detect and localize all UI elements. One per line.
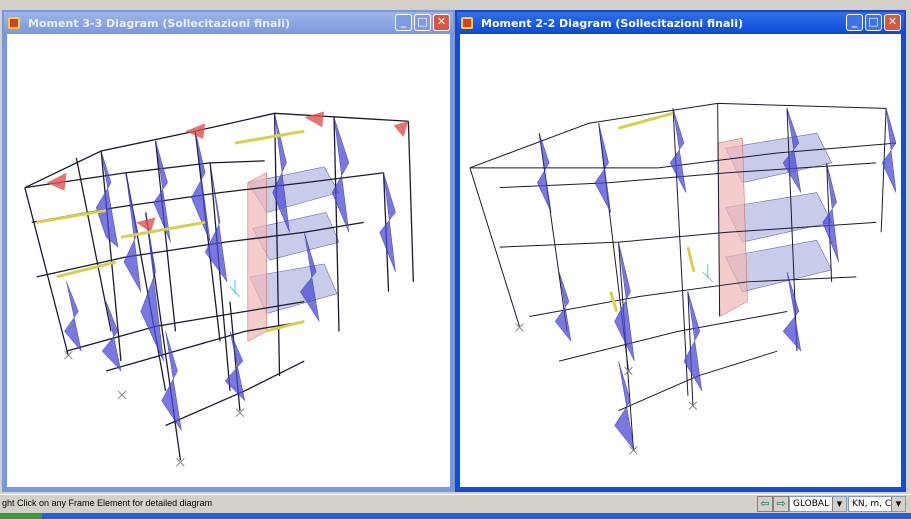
moment-diagram-blue [537, 108, 897, 451]
minimize-button[interactable]: _ [395, 14, 412, 31]
minimize-button[interactable]: _ [846, 14, 863, 31]
model-view-canvas[interactable] [460, 34, 901, 487]
support-symbols [515, 323, 698, 455]
units-value: KN, m, C [852, 499, 892, 509]
app-icon [461, 17, 473, 29]
nav-next-button[interactable]: ⇨ [773, 496, 789, 512]
coordinate-system-value: GLOBAL [793, 499, 830, 509]
status-bar: ght Click on any Frame Element for detai… [0, 494, 911, 513]
taskbar-strip [0, 513, 911, 519]
window-title: Moment 2-2 Diagram (Sollecitazioni final… [481, 16, 744, 30]
support-symbols [64, 350, 245, 467]
moment-3-3-window[interactable]: Moment 3-3 Diagram (Sollecitazioni final… [2, 10, 455, 492]
shear-wall [717, 137, 748, 317]
app-icon [8, 17, 20, 29]
nav-prev-button[interactable]: ⇦ [757, 496, 773, 512]
model-view-canvas[interactable] [7, 34, 450, 487]
moment-diagram-blue [64, 113, 396, 431]
window-titlebar[interactable]: Moment 3-3 Diagram (Sollecitazioni final… [4, 12, 453, 34]
origin-axis-marker [702, 263, 714, 283]
shear-wall [247, 172, 267, 342]
moment-2-2-window[interactable]: Moment 2-2 Diagram (Sollecitazioni final… [455, 10, 906, 492]
maximize-button[interactable]: □ [865, 14, 882, 31]
chevron-down-icon[interactable]: ▼ [891, 497, 905, 511]
chevron-down-icon[interactable]: ▼ [832, 497, 846, 511]
close-button[interactable]: ✕ [884, 14, 901, 31]
maximize-button[interactable]: □ [414, 14, 431, 31]
coordinate-system-select[interactable]: GLOBAL ▼ [789, 496, 847, 512]
frame-members [24, 112, 414, 461]
window-titlebar[interactable]: Moment 2-2 Diagram (Sollecitazioni final… [457, 12, 904, 34]
frame-members [469, 102, 897, 451]
start-button[interactable] [0, 513, 42, 519]
units-select[interactable]: KN, m, C ▼ [848, 496, 906, 512]
status-message: ght Click on any Frame Element for detai… [2, 498, 213, 508]
frame-model-3d-view[interactable] [7, 34, 450, 487]
window-title: Moment 3-3 Diagram (Sollecitazioni final… [28, 16, 291, 30]
origin-axis-marker [229, 279, 241, 298]
frame-model-3d-view[interactable] [460, 34, 901, 487]
close-button[interactable]: ✕ [433, 14, 450, 31]
